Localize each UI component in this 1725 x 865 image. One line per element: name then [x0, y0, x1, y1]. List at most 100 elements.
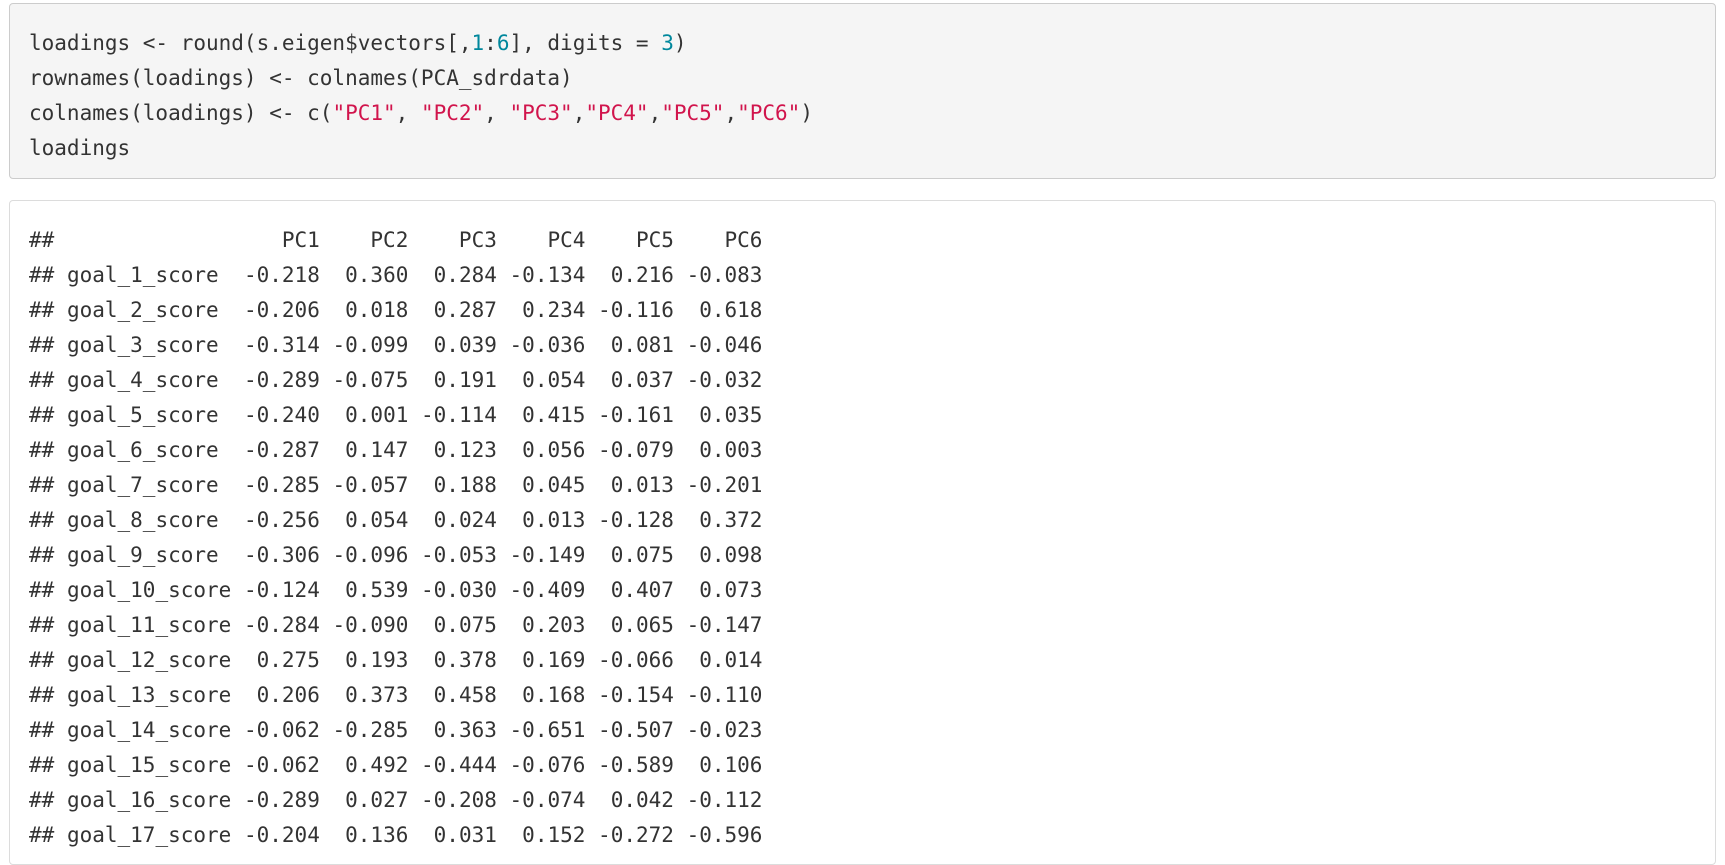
source-code[interactable]: loadings <- round(s.eigen$vectors[,1:6],… [29, 26, 1696, 166]
table-cell: 0.372 [699, 508, 763, 532]
code-token-plain: loadings <- round(s.eigen$vectors[, [29, 31, 472, 55]
output-prefix: ## [29, 228, 55, 252]
table-cell: -0.201 [686, 473, 763, 497]
table-cell: 0.168 [522, 683, 586, 707]
table-cell: -0.285 [332, 718, 409, 742]
row-name: goal_9_score [66, 543, 219, 567]
table-cell: -0.023 [686, 718, 763, 742]
row-name: goal_13_score [66, 683, 232, 707]
row-name: goal_12_score [66, 648, 232, 672]
table-cell: 0.031 [433, 823, 497, 847]
table-cell: -0.444 [421, 753, 497, 777]
column-header: PC6 [724, 228, 763, 252]
table-cell: -0.096 [332, 543, 409, 567]
table-row: ## goal_1_score -0.218 0.360 0.284 -0.13… [29, 258, 1696, 293]
code-line: rownames(loadings) <- colnames(PCA_sdrda… [29, 61, 1696, 96]
table-cell: 0.014 [699, 648, 763, 672]
table-cell: -0.114 [421, 403, 497, 427]
output-prefix: ## [29, 578, 55, 602]
table-cell: -0.147 [686, 613, 763, 637]
table-cell: -0.240 [243, 403, 320, 427]
table-cell: 0.039 [433, 333, 497, 357]
output-prefix: ## [29, 648, 55, 672]
code-token-plain: , [572, 101, 586, 125]
code-token-plain: , [395, 101, 421, 125]
table-cell: 0.056 [522, 438, 586, 462]
table-cell: 0.081 [610, 333, 674, 357]
table-cell: -0.030 [421, 578, 497, 602]
table-cell: 0.373 [345, 683, 409, 707]
table-cell: 0.018 [345, 298, 409, 322]
row-name: goal_3_score [66, 333, 219, 357]
table-cell: -0.036 [509, 333, 586, 357]
output-prefix: ## [29, 718, 55, 742]
table-row: ## goal_7_score -0.285 -0.057 0.188 0.04… [29, 468, 1696, 503]
code-token-num: 6 [496, 31, 510, 55]
table-cell: -0.057 [332, 473, 409, 497]
table-cell: -0.074 [509, 788, 586, 812]
code-token-plain: loadings [29, 136, 131, 160]
table-cell: 0.193 [345, 648, 409, 672]
table-cell: 0.287 [433, 298, 497, 322]
table-cell: -0.079 [598, 438, 674, 462]
row-name: goal_17_score [66, 823, 232, 847]
table-cell: -0.124 [243, 578, 320, 602]
table-cell: -0.149 [509, 543, 586, 567]
table-cell: 0.013 [610, 473, 674, 497]
table-cell: -0.651 [509, 718, 586, 742]
table-cell: -0.053 [421, 543, 497, 567]
column-header: PC5 [635, 228, 674, 252]
code-line: loadings <- round(s.eigen$vectors[,1:6],… [29, 26, 1696, 61]
table-cell: -0.076 [509, 753, 586, 777]
code-token-num: 1 [471, 31, 485, 55]
table-cell: -0.287 [243, 438, 320, 462]
table-cell: 0.065 [610, 613, 674, 637]
table-row: ## goal_12_score 0.275 0.193 0.378 0.169… [29, 643, 1696, 678]
table-cell: 0.203 [522, 613, 586, 637]
code-token-str: "PC6" [737, 101, 801, 125]
code-line: loadings [29, 131, 1696, 166]
table-cell: -0.083 [686, 263, 763, 287]
table-cell: -0.110 [686, 683, 763, 707]
code-token-str: "PC1" [332, 101, 396, 125]
table-cell: -0.409 [509, 578, 586, 602]
code-token-plain: rownames(loadings) <- colnames(PCA_sdrda… [29, 66, 573, 90]
column-header: PC1 [281, 228, 320, 252]
output-prefix: ## [29, 543, 55, 567]
console-output[interactable]: ## PC1 PC2 PC3 PC4 PC5 PC6 ## goal_1_scor… [29, 223, 1696, 853]
table-cell: 0.152 [522, 823, 586, 847]
table-cell: 0.234 [522, 298, 586, 322]
row-name: goal_2_score [66, 298, 219, 322]
table-cell: -0.218 [243, 263, 320, 287]
row-name: goal_1_score [66, 263, 219, 287]
table-cell: -0.507 [598, 718, 674, 742]
code-token-plain: : [484, 31, 497, 55]
row-name: goal_15_score [66, 753, 232, 777]
table-cell: 0.045 [522, 473, 586, 497]
table-cell: 0.035 [699, 403, 763, 427]
table-row: ## goal_17_score -0.204 0.136 0.031 0.15… [29, 818, 1696, 853]
table-cell: 0.075 [433, 613, 497, 637]
table-cell: -0.285 [243, 473, 320, 497]
code-token-num: 3 [661, 31, 674, 55]
table-cell: -0.204 [243, 823, 320, 847]
table-cell: 0.147 [345, 438, 409, 462]
table-cell: 0.363 [433, 718, 497, 742]
table-row: ## goal_11_score -0.284 -0.090 0.075 0.2… [29, 608, 1696, 643]
table-cell: 0.027 [345, 788, 409, 812]
code-chunk: loadings <- round(s.eigen$vectors[,1:6],… [9, 3, 1716, 179]
code-token-plain: , [648, 101, 662, 125]
table-cell: 0.136 [345, 823, 409, 847]
output-prefix: ## [29, 823, 55, 847]
code-token-str: "PC2" [420, 101, 485, 125]
table-row: ## goal_5_score -0.240 0.001 -0.114 0.41… [29, 398, 1696, 433]
table-cell: 0.415 [522, 403, 586, 427]
table-row: ## goal_3_score -0.314 -0.099 0.039 -0.0… [29, 328, 1696, 363]
column-header: PC3 [458, 228, 497, 252]
code-token-plain: , [484, 101, 510, 125]
table-row: ## goal_15_score -0.062 0.492 -0.444 -0.… [29, 748, 1696, 783]
table-cell: 0.054 [345, 508, 409, 532]
table-cell: -0.589 [598, 753, 674, 777]
table-row: ## goal_2_score -0.206 0.018 0.287 0.234… [29, 293, 1696, 328]
code-token-str: "PC4" [585, 101, 649, 125]
